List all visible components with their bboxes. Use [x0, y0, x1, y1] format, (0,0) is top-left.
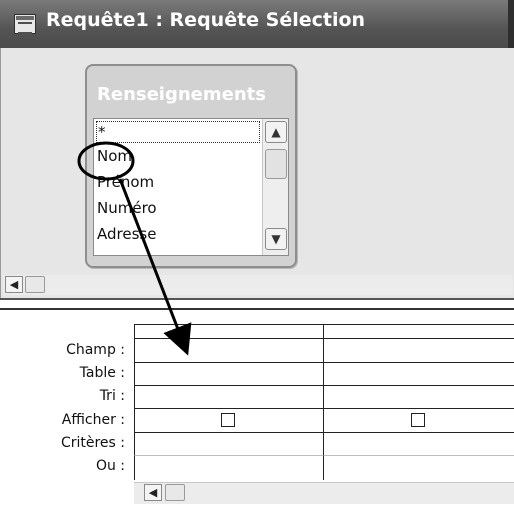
- row-label-tri: Tri :: [99, 388, 125, 404]
- column-selector-bar[interactable]: [134, 324, 514, 339]
- field-list[interactable]: * Nom Prénom Numéro Adresse ▲ ▼: [93, 118, 289, 256]
- field-list-scrollbar[interactable]: ▲ ▼: [262, 119, 288, 255]
- title-bar[interactable]: Requête1 : Requête Sélection: [0, 0, 514, 48]
- table-field-list-renseignements[interactable]: Renseignements * Nom Prénom Numéro Adres…: [85, 64, 297, 268]
- field-item-nom[interactable]: Nom: [96, 146, 260, 168]
- grid-cell-afficher-col2[interactable]: [323, 408, 514, 432]
- design-grid: [134, 338, 514, 480]
- table-name[interactable]: Renseignements: [97, 84, 266, 105]
- field-item-all[interactable]: *: [96, 121, 260, 143]
- scroll-down-icon[interactable]: ▼: [265, 228, 287, 250]
- grid-cell-ou-col1[interactable]: [134, 455, 323, 480]
- scroll-thumb[interactable]: [265, 149, 287, 179]
- table-pane-horizontal-scrollbar[interactable]: ◀: [3, 275, 513, 295]
- field-item-numero[interactable]: Numéro: [96, 198, 260, 220]
- row-label-table: Table :: [79, 365, 125, 381]
- field-item-prenom[interactable]: Prénom: [96, 172, 260, 194]
- show-checkbox-col1[interactable]: [221, 413, 235, 427]
- scroll-up-icon[interactable]: ▲: [265, 121, 287, 143]
- grid-cell-table-col1[interactable]: [134, 362, 323, 385]
- grid-horizontal-scrollbar[interactable]: ◀: [134, 482, 514, 504]
- grid-cell-tri-col2[interactable]: [323, 385, 514, 408]
- grid-cell-ou-col2[interactable]: [323, 455, 514, 480]
- grid-cell-champ-col2[interactable]: [323, 338, 514, 362]
- field-item-adresse[interactable]: Adresse: [96, 224, 260, 246]
- title-bar-edge: [508, 0, 514, 48]
- grid-cell-tri-col1[interactable]: [134, 385, 323, 408]
- horizontal-scroll-thumb[interactable]: [25, 276, 45, 293]
- scroll-left-icon[interactable]: ◀: [5, 276, 23, 293]
- row-label-champ: Champ :: [66, 342, 125, 358]
- table-pane: Renseignements * Nom Prénom Numéro Adres…: [0, 48, 514, 298]
- grid-cell-criteres-col1[interactable]: [134, 432, 323, 455]
- grid-scroll-left-icon[interactable]: ◀: [144, 484, 162, 501]
- design-grid-pane: Champ : Table : Tri : Afficher : Critère…: [0, 320, 514, 527]
- pane-splitter[interactable]: [0, 298, 514, 320]
- show-checkbox-col2[interactable]: [411, 413, 425, 427]
- grid-horizontal-scroll-thumb[interactable]: [165, 484, 185, 501]
- query-icon[interactable]: [14, 14, 36, 34]
- grid-cell-champ-col1[interactable]: [134, 338, 323, 362]
- grid-cell-criteres-col2[interactable]: [323, 432, 514, 455]
- grid-cell-table-col2[interactable]: [323, 362, 514, 385]
- query-design-window: Requête1 : Requête Sélection Renseigneme…: [0, 0, 514, 527]
- row-label-ou: Ou :: [95, 458, 125, 474]
- window-title: Requête1 : Requête Sélection: [46, 9, 366, 31]
- grid-cell-afficher-col1[interactable]: [134, 408, 323, 432]
- row-label-criteres: Critères :: [60, 435, 125, 451]
- row-label-afficher: Afficher :: [61, 412, 125, 428]
